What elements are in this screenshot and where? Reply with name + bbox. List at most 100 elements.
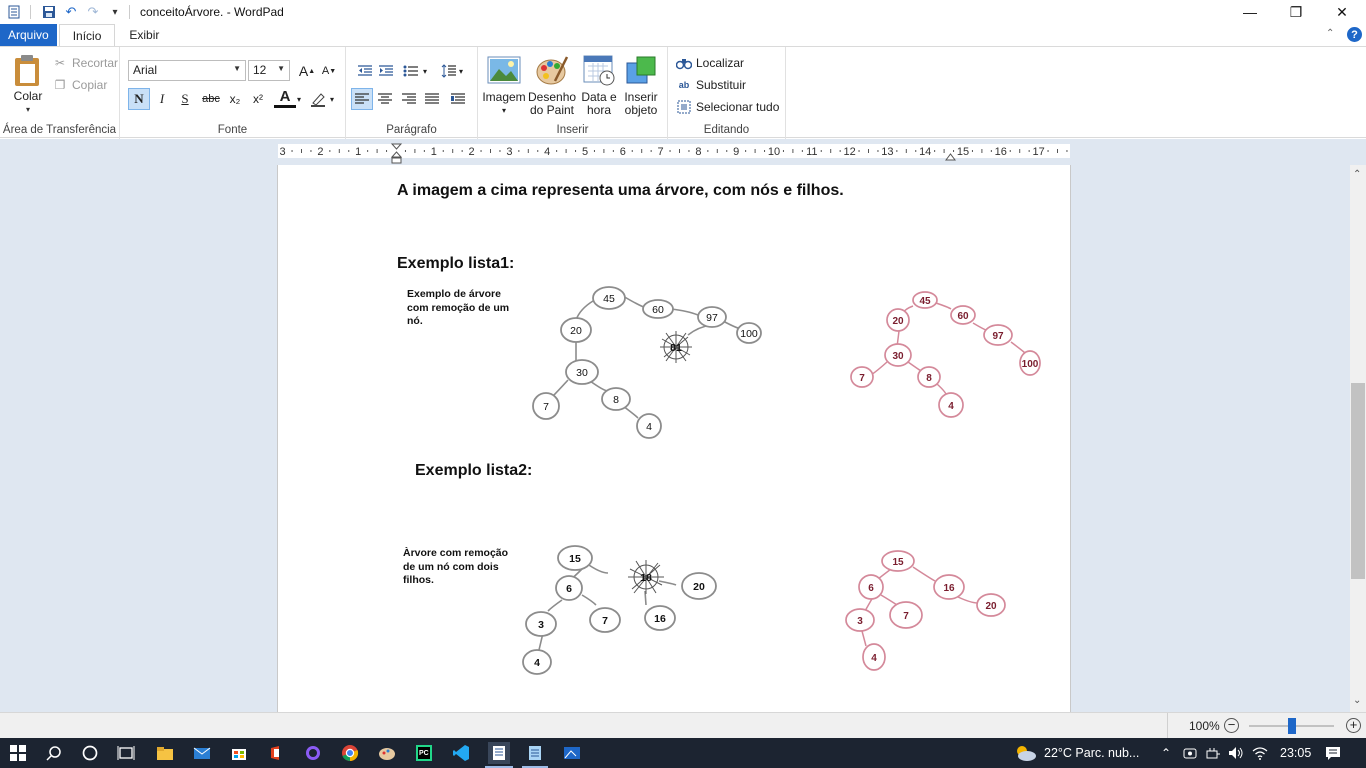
list-button[interactable] <box>400 60 422 82</box>
office-icon[interactable] <box>266 743 286 763</box>
highlight-dropdown-icon[interactable]: ▾ <box>330 95 334 104</box>
maximize-button[interactable]: ❐ <box>1273 0 1319 24</box>
weather-cloud-icon[interactable] <box>1013 743 1037 763</box>
select-all-button[interactable]: Selecionar tudo <box>676 99 779 115</box>
find-label: Localizar <box>696 56 745 70</box>
wordpad-taskbar-icon[interactable] <box>488 742 510 764</box>
node-label: 7 <box>543 401 549 413</box>
tab-arquivo[interactable]: Arquivo <box>0 24 57 46</box>
line-spacing-button[interactable] <box>438 60 460 82</box>
font-color-dropdown-icon[interactable]: ▾ <box>297 95 301 104</box>
search-icon[interactable] <box>44 743 64 763</box>
node-label: 8 <box>926 373 932 384</box>
node-label: 16 <box>654 613 666 625</box>
window-title: conceitoÁrvore. - WordPad <box>140 5 284 19</box>
font-size-select[interactable]: 12 ▼ <box>248 60 290 81</box>
vertical-scrollbar[interactable]: ⌃ ⌄ <box>1350 165 1366 712</box>
github-icon[interactable] <box>303 743 323 763</box>
decrease-indent-button[interactable] <box>354 60 376 82</box>
onedrive-icon[interactable] <box>1180 743 1200 763</box>
subscript-button[interactable]: x₂ <box>224 88 246 110</box>
justify-button[interactable] <box>421 88 443 110</box>
cut-button[interactable]: ✂ Recortar <box>52 55 118 71</box>
paint-icon[interactable] <box>377 743 397 763</box>
store-icon[interactable] <box>229 743 249 763</box>
vscode-icon[interactable] <box>451 743 471 763</box>
document-page[interactable]: A imagem a cima representa uma árvore, c… <box>277 165 1071 712</box>
zoom-slider-thumb[interactable] <box>1288 718 1296 734</box>
strikethrough-button[interactable]: abc <box>199 88 223 110</box>
font-family-select[interactable]: Arial ▼ <box>128 60 246 81</box>
right-indent-marker[interactable] <box>945 151 956 165</box>
align-right-button[interactable] <box>398 88 420 110</box>
scrollbar-thumb[interactable] <box>1351 383 1365 579</box>
redo-icon[interactable]: ↷ <box>85 4 101 20</box>
paste-button[interactable]: Colar ▾ <box>8 53 48 116</box>
zoom-in-button[interactable]: + <box>1346 718 1361 733</box>
windows-start-icon[interactable] <box>8 743 28 763</box>
zoom-out-button[interactable]: − <box>1224 718 1239 733</box>
wifi-icon[interactable] <box>1250 743 1270 763</box>
chevron-up-icon[interactable]: ⌃ <box>1156 743 1176 763</box>
paint-palette-icon <box>536 56 569 85</box>
ribbon: Colar ▾ ✂ Recortar ❐ Copiar Área de Transf… <box>0 46 1366 139</box>
underline-button[interactable]: S <box>174 88 196 110</box>
chrome-icon[interactable] <box>340 743 360 763</box>
copy-icon: ❐ <box>54 78 66 92</box>
tab-inicio[interactable]: Início <box>58 24 116 46</box>
volume-icon[interactable] <box>1226 743 1246 763</box>
undo-icon[interactable]: ↶ <box>63 4 79 20</box>
date-time-button[interactable]: Data e hora <box>578 53 620 117</box>
customize-quick-access-icon[interactable]: ▾ <box>107 4 123 20</box>
pycharm-icon[interactable]: PC <box>414 743 434 763</box>
insert-image-button[interactable]: Imagem ▾ <box>482 53 526 117</box>
find-button[interactable]: Localizar <box>676 55 744 71</box>
insert-object-button[interactable]: Inserir objeto <box>620 53 662 117</box>
paint-drawing-button[interactable]: Desenho do Paint <box>528 53 576 117</box>
clipboard-group-label: Área de Transferência <box>2 124 117 136</box>
node-label: 7 <box>859 373 865 384</box>
file-explorer-icon[interactable] <box>155 743 175 763</box>
align-left-button[interactable] <box>351 88 373 110</box>
list-dropdown-icon[interactable]: ▾ <box>423 67 427 76</box>
font-color-button[interactable]: A <box>274 88 296 108</box>
image-dropdown-icon[interactable]: ▾ <box>482 104 526 117</box>
node-label: 15 <box>892 557 904 568</box>
tab-exibir[interactable]: Exibir <box>115 24 173 46</box>
cortana-icon[interactable] <box>80 743 100 763</box>
superscript-button[interactable]: x² <box>247 88 269 110</box>
save-icon[interactable] <box>41 4 57 20</box>
shrink-font-button[interactable]: A ▼ <box>318 60 340 82</box>
collapse-ribbon-icon[interactable]: ⌃ <box>1326 28 1334 39</box>
italic-button[interactable]: I <box>151 88 173 110</box>
replace-button[interactable]: ab Substituir <box>676 77 746 93</box>
close-button[interactable]: ✕ <box>1319 0 1365 24</box>
notepad-icon[interactable] <box>525 743 545 763</box>
increase-indent-icon <box>379 65 393 76</box>
paragraph-icon <box>451 93 465 104</box>
scroll-up-arrow-icon[interactable]: ⌃ <box>1353 169 1361 180</box>
highlight-button[interactable] <box>307 88 329 110</box>
network-plug-icon[interactable] <box>1203 743 1223 763</box>
paragraph-settings-button[interactable] <box>447 88 469 110</box>
minimize-button[interactable]: — <box>1227 0 1273 24</box>
task-view-icon[interactable] <box>116 743 136 763</box>
paste-dropdown-icon[interactable]: ▾ <box>8 103 48 116</box>
line-spacing-dropdown-icon[interactable]: ▾ <box>459 67 463 76</box>
copy-button[interactable]: ❐ Copiar <box>52 77 108 93</box>
grow-font-button[interactable]: A ▲ <box>296 60 318 82</box>
mail-icon[interactable] <box>192 743 212 763</box>
scroll-down-arrow-icon[interactable]: ⌄ <box>1353 695 1361 706</box>
clock-time[interactable]: 23:05 <box>1280 746 1311 760</box>
increase-indent-button[interactable] <box>375 60 397 82</box>
photos-icon[interactable] <box>562 743 582 763</box>
help-icon[interactable]: ? <box>1347 27 1362 42</box>
weather-text[interactable]: 22°C Parc. nub... <box>1044 746 1139 760</box>
align-center-button[interactable] <box>374 88 396 110</box>
copy-label: Copiar <box>72 78 108 92</box>
node-label: 20 <box>892 316 904 327</box>
bold-button[interactable]: N <box>128 88 150 110</box>
node-label: 97 <box>706 312 718 324</box>
notifications-icon[interactable] <box>1323 743 1343 763</box>
wordpad-app-icon[interactable] <box>6 4 22 20</box>
